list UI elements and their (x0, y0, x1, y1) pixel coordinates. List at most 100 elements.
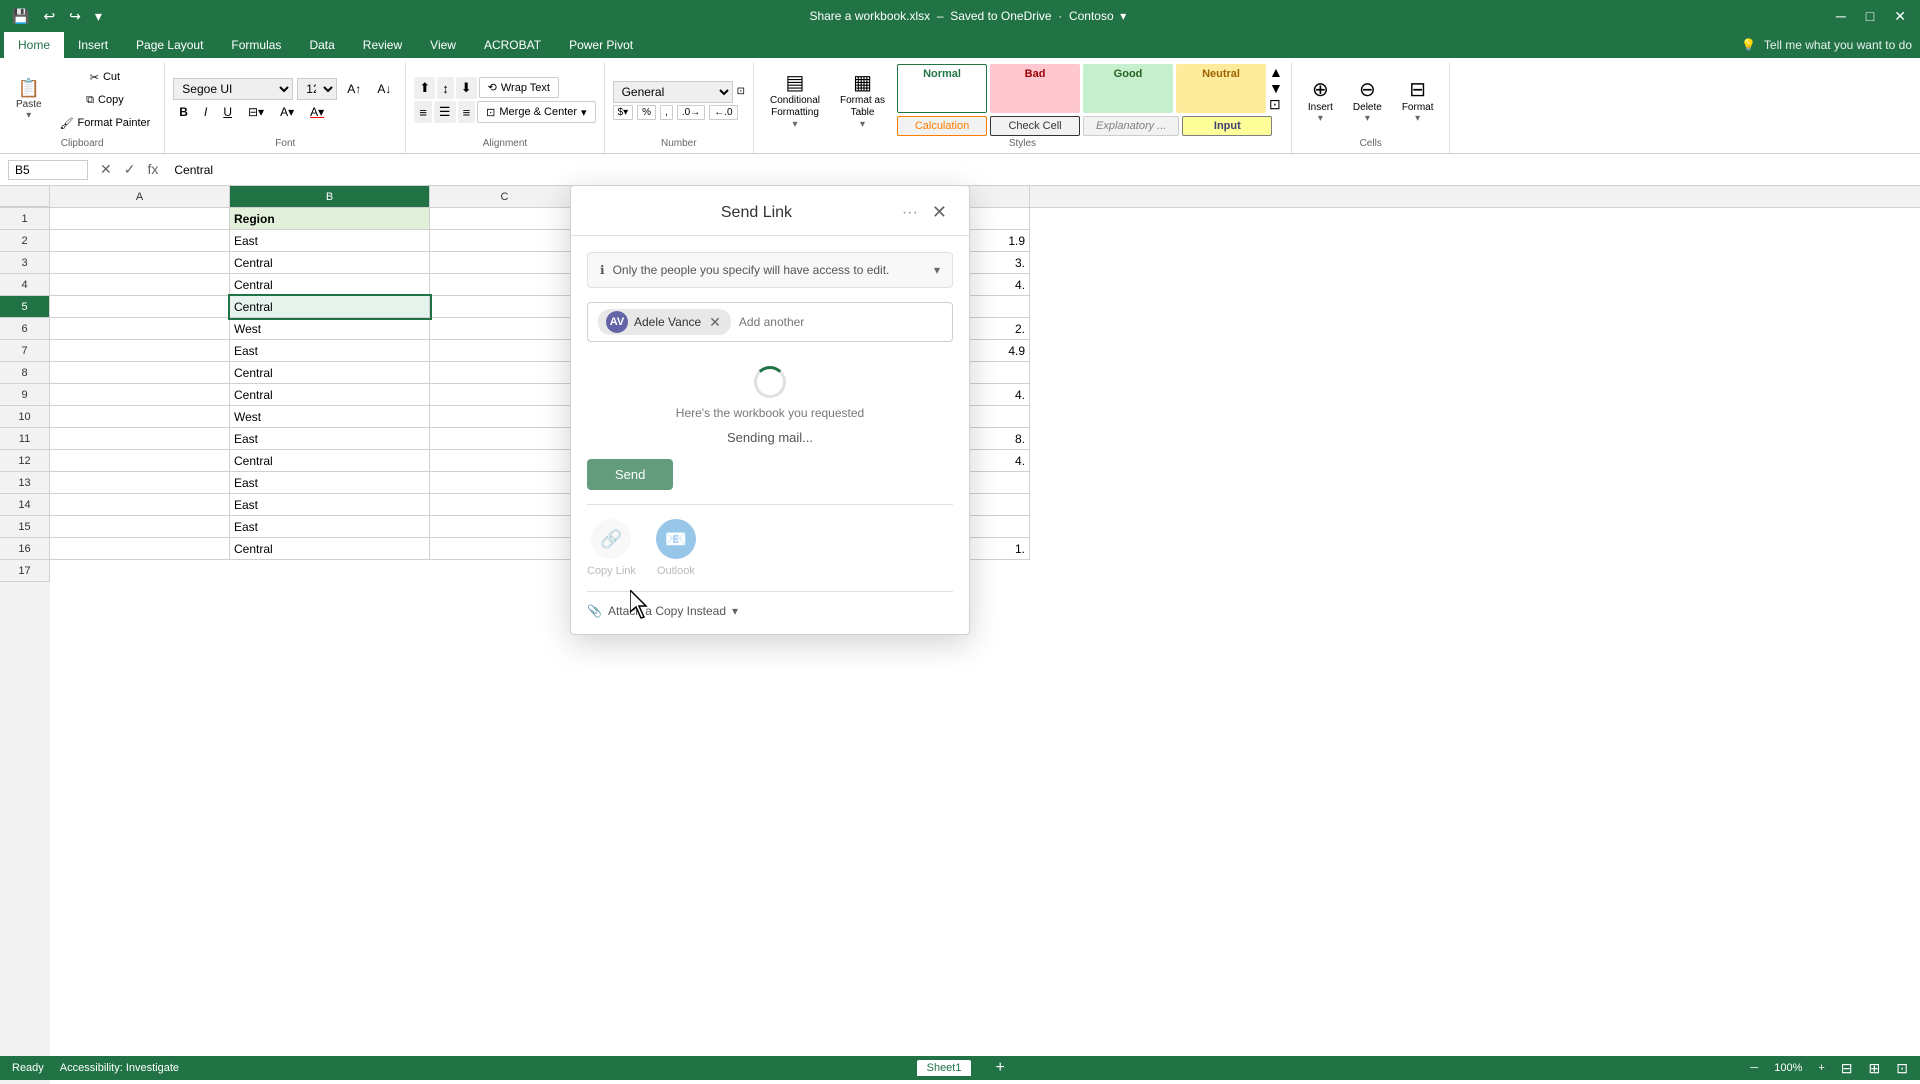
close-btn[interactable]: ✕ (1888, 6, 1912, 27)
cell-a12[interactable] (50, 450, 230, 472)
cell-b11[interactable]: East (230, 428, 430, 450)
tab-review[interactable]: Review (349, 32, 416, 58)
cell-b8[interactable]: Central (230, 362, 430, 384)
cell-c15[interactable] (430, 516, 580, 538)
style-explanatory[interactable]: Explanatory ... (1083, 116, 1179, 136)
dialog-more-btn[interactable]: ··· (902, 204, 918, 222)
name-box[interactable] (8, 160, 88, 180)
row-header-2[interactable]: 2 (0, 230, 50, 252)
cell-c9[interactable] (430, 384, 580, 406)
style-calculation[interactable]: Calculation (897, 116, 987, 136)
cell-a4[interactable] (50, 274, 230, 296)
row-header-8[interactable]: 8 (0, 362, 50, 384)
row-header-7[interactable]: 7 (0, 340, 50, 362)
tab-insert[interactable]: Insert (64, 32, 122, 58)
fx-btn[interactable]: fx (143, 159, 162, 180)
cell-a6[interactable] (50, 318, 230, 340)
row-header-11[interactable]: 11 (0, 428, 50, 450)
style-normal[interactable]: Normal (897, 64, 987, 113)
cut-btn[interactable]: ✂Cut (54, 67, 157, 88)
cell-a5[interactable] (50, 296, 230, 318)
cell-c8[interactable] (430, 362, 580, 384)
increase-decimal-btn[interactable]: .0→ (677, 105, 705, 120)
cell-b2[interactable]: East (230, 230, 430, 252)
cell-b16[interactable]: Central (230, 538, 430, 560)
align-middle-btn[interactable]: ↕ (437, 77, 454, 99)
tab-page-layout[interactable]: Page Layout (122, 32, 217, 58)
tab-view[interactable]: View (416, 32, 470, 58)
align-bottom-btn[interactable]: ⬇ (456, 77, 477, 99)
tab-home[interactable]: Home (4, 32, 64, 58)
confirm-formula-btn[interactable]: ✓ (120, 159, 140, 180)
cell-c14[interactable] (430, 494, 580, 516)
cell-b4[interactable]: Central (230, 274, 430, 296)
row-header-3[interactable]: 3 (0, 252, 50, 274)
col-header-b[interactable]: B (230, 186, 430, 207)
cell-a14[interactable] (50, 494, 230, 516)
dialog-close-btn[interactable]: ✕ (926, 200, 953, 225)
decrease-decimal-btn[interactable]: ←.0 (709, 105, 737, 120)
cell-a7[interactable] (50, 340, 230, 362)
paste-btn[interactable]: 📋 Paste ▾ (8, 75, 50, 125)
cell-a11[interactable] (50, 428, 230, 450)
row-header-17[interactable]: 17 (0, 560, 50, 582)
style-good[interactable]: Good (1083, 64, 1173, 113)
style-check-cell[interactable]: Check Cell (990, 116, 1080, 136)
cell-b9[interactable]: Central (230, 384, 430, 406)
number-format-select[interactable]: General (613, 81, 733, 103)
cell-c3[interactable] (430, 252, 580, 274)
styles-expand[interactable]: ⊡ (1269, 96, 1283, 113)
row-header-4[interactable]: 4 (0, 274, 50, 296)
cancel-formula-btn[interactable]: ✕ (96, 159, 116, 180)
increase-font-btn[interactable]: A↑ (341, 79, 367, 99)
cell-b1[interactable]: Region (230, 208, 430, 230)
cell-b10[interactable]: West (230, 406, 430, 428)
font-size-select[interactable]: 12 (297, 78, 337, 100)
tell-me-input[interactable]: Tell me what you want to do (1764, 38, 1912, 52)
cell-b12[interactable]: Central (230, 450, 430, 472)
cell-c2[interactable] (430, 230, 580, 252)
row-header-12[interactable]: 12 (0, 450, 50, 472)
align-left-btn[interactable]: ≡ (414, 101, 432, 123)
undo-quick-btn[interactable]: ↩ (39, 6, 59, 27)
redo-quick-btn[interactable]: ↪ (65, 6, 85, 27)
underline-btn[interactable]: U (217, 102, 238, 122)
row-header-1[interactable]: 1 (0, 208, 50, 230)
insert-cells-btn[interactable]: ⊕ Insert ▾ (1300, 73, 1341, 128)
maximize-btn[interactable]: □ (1860, 6, 1880, 27)
styles-scroll-up[interactable]: ▲ (1269, 64, 1283, 80)
decrease-font-btn[interactable]: A↓ (371, 79, 397, 99)
row-header-16[interactable]: 16 (0, 538, 50, 560)
row-header-5[interactable]: 5 (0, 296, 50, 318)
italic-btn[interactable]: I (198, 102, 213, 122)
cell-c6[interactable] (430, 318, 580, 340)
save-quick-btn[interactable]: 💾 (8, 6, 33, 27)
formula-input[interactable] (170, 161, 1912, 179)
cell-b6[interactable]: West (230, 318, 430, 340)
cell-b3[interactable]: Central (230, 252, 430, 274)
cell-c5[interactable] (430, 296, 580, 318)
font-family-select[interactable]: Segoe UI (173, 78, 293, 100)
comma-btn[interactable]: , (660, 105, 673, 120)
attach-copy-btn[interactable]: 📎 Attach a Copy Instead ▾ (587, 591, 953, 618)
view-break-btn[interactable]: ⊡ (1896, 1060, 1908, 1077)
tab-data[interactable]: Data (295, 32, 348, 58)
view-layout-btn[interactable]: ⊞ (1869, 1060, 1881, 1077)
row-header-15[interactable]: 15 (0, 516, 50, 538)
align-right-btn[interactable]: ≡ (458, 101, 476, 123)
cell-c12[interactable] (430, 450, 580, 472)
access-notice[interactable]: ℹ Only the people you specify will have … (587, 252, 953, 288)
sheet-tab[interactable]: Sheet1 (917, 1060, 972, 1076)
format-as-table-btn[interactable]: ▦ Format asTable ▾ (832, 66, 893, 134)
recipient-field[interactable]: AV Adele Vance ✕ (587, 302, 953, 342)
cell-b13[interactable]: East (230, 472, 430, 494)
cell-a15[interactable] (50, 516, 230, 538)
send-btn[interactable]: Send (587, 459, 673, 490)
cell-c10[interactable] (430, 406, 580, 428)
recipient-remove-btn[interactable]: ✕ (707, 314, 723, 331)
row-header-14[interactable]: 14 (0, 494, 50, 516)
minimize-btn[interactable]: ─ (1830, 6, 1852, 27)
styles-scroll-down[interactable]: ▼ (1269, 80, 1283, 96)
cell-c4[interactable] (430, 274, 580, 296)
wrap-text-btn[interactable]: ⟲ Wrap Text (479, 77, 559, 98)
